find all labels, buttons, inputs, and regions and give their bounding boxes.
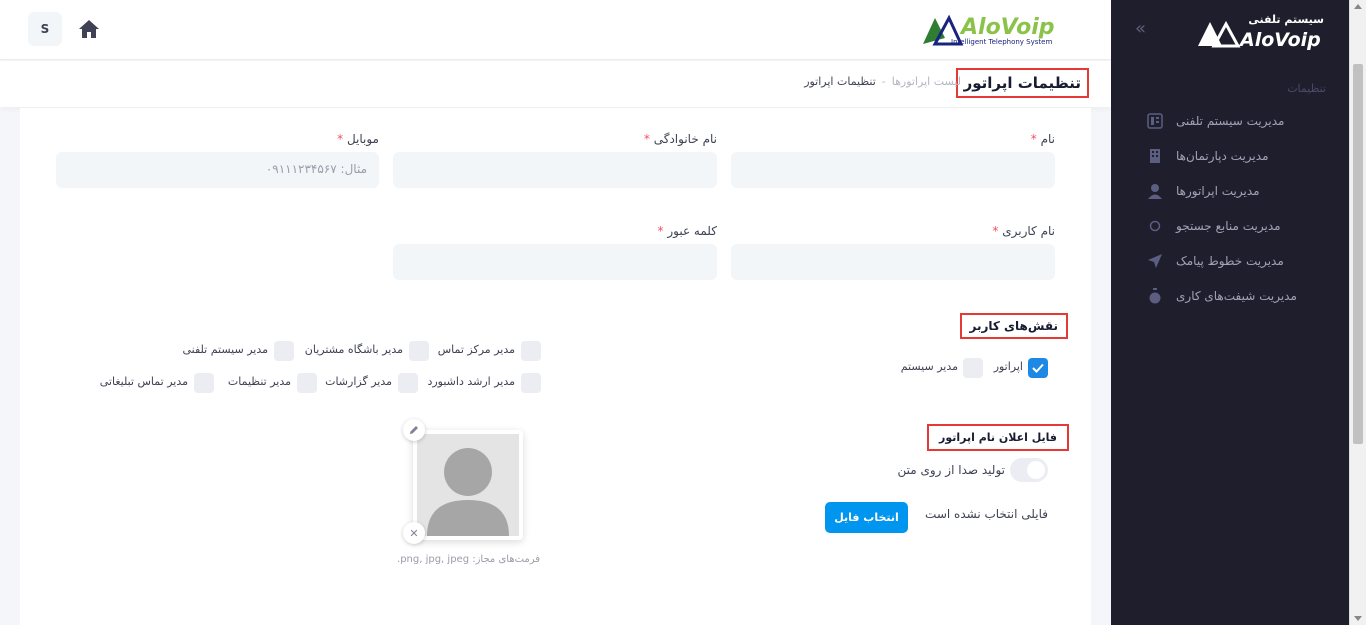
mobile-input[interactable]: مثال: ۰۹۱۱۱۲۳۴۵۶۷ xyxy=(56,152,379,188)
breadcrumb: لیست اپراتورها - تنظیمات اپراتور xyxy=(804,75,961,88)
sidebar-section-label: تنظیمات xyxy=(1287,82,1326,95)
sidebar: « سیستم تلفنی AloVoip تنظیمات مدیریت سیس… xyxy=(1111,0,1366,625)
sidebar-item-pbx[interactable]: مدیریت سیستم تلفنی xyxy=(1146,109,1326,133)
tts-toggle-knob xyxy=(1027,461,1045,479)
breadcrumb-link[interactable]: لیست اپراتورها xyxy=(892,75,961,88)
sidebar-item-operators[interactable]: مدیریت اپراتورها xyxy=(1146,179,1326,203)
sidebar-logo[interactable]: سیستم تلفنی AloVoip xyxy=(1196,12,1326,50)
circle-icon xyxy=(1146,217,1164,235)
top-header: S AloVoip Intelligent Telephony System xyxy=(0,0,1111,60)
role-checkbox-reports-manager[interactable] xyxy=(398,373,418,393)
no-file-text: فایلی انتخاب نشده است xyxy=(925,507,1048,521)
role-checkbox-operator[interactable] xyxy=(1028,358,1048,378)
scroll-up-arrow-icon[interactable] xyxy=(1354,4,1362,9)
avatar-placeholder-image xyxy=(417,434,519,536)
role-checkbox-senior-dashboard-manager[interactable] xyxy=(521,373,541,393)
announcement-title: فایل اعلان نام اپراتور xyxy=(927,424,1069,451)
password-field: کلمه عبور * xyxy=(393,224,717,280)
page-title: تنظیمات اپراتور xyxy=(955,68,1089,98)
sidebar-item-label: مدیریت منابع جستجو xyxy=(1176,219,1281,233)
send-icon xyxy=(1146,252,1164,270)
role-checkbox-call-center-manager[interactable] xyxy=(521,341,541,361)
user-avatar-button[interactable]: S xyxy=(28,12,62,46)
sidebar-item-label: مدیریت شیفت‌های کاری xyxy=(1176,289,1297,303)
role-checkbox-system-admin[interactable] xyxy=(963,358,983,378)
role-label-ad-call-manager: مدیر تماس تبلیغاتی xyxy=(99,375,188,388)
sidebar-item-sms-lines[interactable]: مدیریت خطوط پیامک xyxy=(1146,249,1326,273)
role-label-settings-manager: مدیر تنظیمات xyxy=(227,375,291,388)
last-name-label: نام خانوادگی * xyxy=(643,132,717,146)
scrollbar[interactable] xyxy=(1349,0,1366,625)
username-input[interactable] xyxy=(731,244,1055,280)
pencil-icon[interactable] xyxy=(403,419,425,441)
scrollbar-thumb[interactable] xyxy=(1353,64,1363,444)
role-label-reports-manager: مدیر گزارشات xyxy=(325,375,392,388)
sidebar-item-label: مدیریت اپراتورها xyxy=(1176,184,1260,198)
sidebar-item-search-sources[interactable]: مدیریت منابع جستجو xyxy=(1146,214,1326,238)
breadcrumb-current: تنظیمات اپراتور xyxy=(804,75,876,88)
svg-text:AloVoip: AloVoip xyxy=(1238,29,1321,50)
sidebar-item-label: مدیریت خطوط پیامک xyxy=(1176,254,1284,268)
close-icon[interactable]: ✕ xyxy=(403,522,425,544)
roles-title: نقش‌های کاربر xyxy=(959,313,1068,339)
svg-text:Intelligent Telephony System: Intelligent Telephony System xyxy=(951,38,1052,46)
role-checkbox-pbx-manager[interactable] xyxy=(274,341,294,361)
user-silhouette-icon xyxy=(427,448,509,536)
home-icon[interactable] xyxy=(78,18,100,40)
pbx-icon xyxy=(1146,112,1164,130)
role-label-senior-dashboard-manager: مدیر ارشد داشبورد xyxy=(427,375,515,388)
mobile-field: موبایل * مثال: ۰۹۱۱۱۲۳۴۵۶۷ xyxy=(56,132,379,188)
tts-toggle[interactable] xyxy=(1010,458,1048,482)
password-label: کلمه عبور * xyxy=(657,224,717,238)
password-input[interactable] xyxy=(393,244,717,280)
role-checkbox-settings-manager[interactable] xyxy=(297,373,317,393)
role-checkbox-customer-club-manager[interactable] xyxy=(409,341,429,361)
role-checkbox-ad-call-manager[interactable] xyxy=(194,373,214,393)
username-field: نام کاربری * xyxy=(731,224,1055,280)
svg-text:سیستم تلفنی: سیستم تلفنی xyxy=(1248,13,1324,26)
last-name-field: نام خانوادگی * xyxy=(393,132,717,188)
subheader: تنظیمات اپراتور لیست اپراتورها - تنظیمات… xyxy=(0,61,1111,107)
svg-text:AloVoip: AloVoip xyxy=(959,15,1055,40)
operator-icon xyxy=(1146,182,1164,200)
first-name-field: نام * xyxy=(731,132,1055,188)
check-icon xyxy=(1032,363,1044,373)
sidebar-item-departments[interactable]: مدیریت دپارتمان‌ها xyxy=(1146,144,1326,168)
scroll-down-arrow-icon[interactable] xyxy=(1354,616,1362,621)
tts-label: تولید صدا از روی متن xyxy=(897,463,1006,477)
breadcrumb-separator: - xyxy=(881,75,886,88)
building-icon xyxy=(1146,147,1164,165)
allowed-formats-text: فرمت‌های مجاز: png, jpg, jpeg. xyxy=(397,554,541,565)
avatar-image-box[interactable] xyxy=(413,430,523,540)
first-name-label: نام * xyxy=(1030,132,1055,146)
sidebar-item-label: مدیریت سیستم تلفنی xyxy=(1176,114,1285,128)
double-chevron-left-icon[interactable]: « xyxy=(1135,18,1146,39)
last-name-input[interactable] xyxy=(393,152,717,188)
role-label-customer-club-manager: مدیر باشگاه مشتریان xyxy=(304,343,403,356)
sidebar-header: « سیستم تلفنی AloVoip xyxy=(1111,0,1366,60)
mobile-label: موبایل * xyxy=(337,132,379,146)
brand-logo[interactable]: AloVoip Intelligent Telephony System xyxy=(921,10,1083,50)
operator-settings-card: نام * نام خانوادگی * موبایل * مثال: ۰۹۱۱… xyxy=(20,108,1091,625)
choose-file-button[interactable]: انتخاب فایل xyxy=(825,502,908,533)
first-name-input[interactable] xyxy=(731,152,1055,188)
sidebar-item-shifts[interactable]: مدیریت شیفت‌های کاری xyxy=(1146,284,1326,308)
username-label: نام کاربری * xyxy=(992,224,1055,238)
timer-icon xyxy=(1146,287,1164,305)
role-label-pbx-manager: مدیر سیستم تلفنی xyxy=(182,343,268,356)
role-label-call-center-manager: مدیر مرکز تماس xyxy=(437,343,515,356)
sidebar-item-label: مدیریت دپارتمان‌ها xyxy=(1176,149,1269,163)
role-label-operator: اپراتور xyxy=(993,360,1023,373)
role-label-system-admin: مدیر سیستم xyxy=(900,360,958,373)
